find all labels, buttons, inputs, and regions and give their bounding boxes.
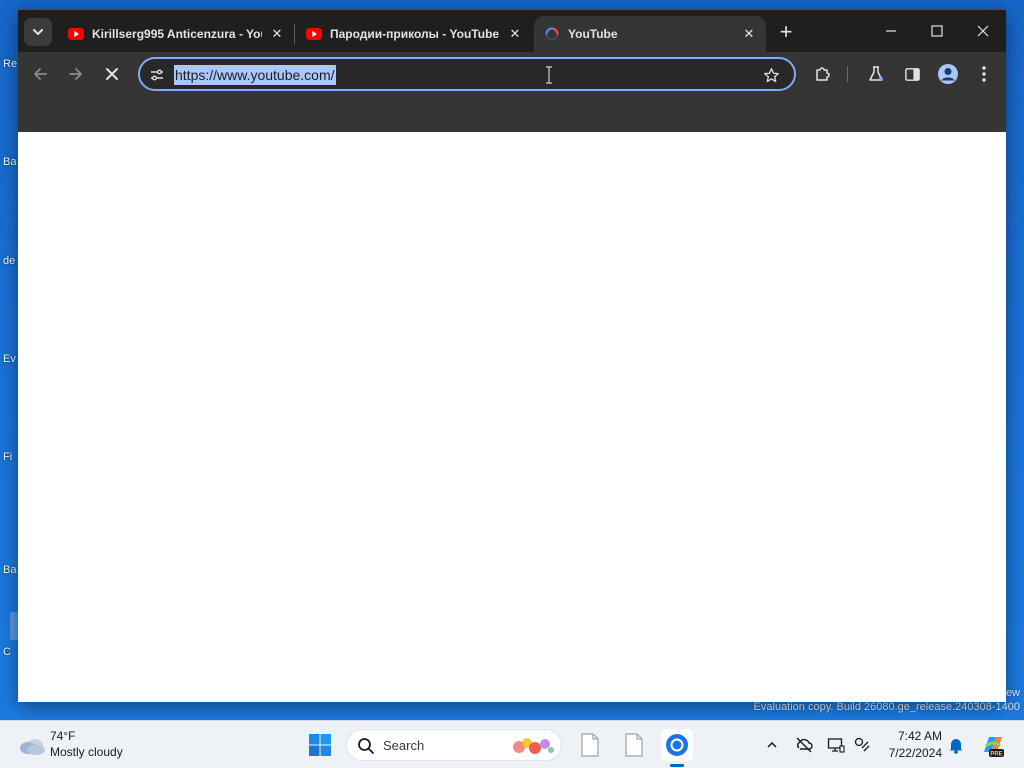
desktop-icon-label[interactable]: Re	[3, 58, 17, 70]
taskbar-file-app[interactable]	[574, 729, 606, 761]
display-settings-button[interactable]	[826, 735, 846, 755]
browser-menu-button[interactable]	[970, 60, 998, 88]
forward-button[interactable]	[62, 60, 90, 88]
display-icon	[827, 738, 845, 753]
svg-text:PRE: PRE	[990, 751, 1002, 757]
profile-button[interactable]	[934, 60, 962, 88]
extensions-icon	[816, 67, 830, 81]
tab-strip: Kirillserg995 Anticenzura - You ✕ Пароди…	[18, 10, 1006, 52]
site-info-button[interactable]	[146, 64, 168, 86]
star-icon	[763, 67, 779, 82]
close-icon: ✕	[509, 26, 521, 41]
page-content[interactable]	[18, 132, 1006, 702]
labs-flask-icon	[869, 66, 883, 81]
tab-separator	[294, 24, 295, 44]
desktop-icon-label[interactable]: C	[3, 646, 11, 658]
close-icon: ✕	[271, 26, 283, 41]
document-icon	[625, 733, 643, 757]
desktop-icon-label[interactable]: Ba	[3, 564, 16, 576]
desktop-icon-label[interactable]: Fi	[3, 451, 12, 463]
system-clock[interactable]: 7:42 AM 7/22/2024	[880, 728, 942, 762]
tab-title: Kirillserg995 Anticenzura - You	[92, 27, 262, 41]
start-button[interactable]	[306, 731, 334, 759]
bell-icon	[949, 739, 963, 754]
evaluation-watermark: ew Evaluation copy. Build 26080.ge_relea…	[753, 687, 1020, 714]
active-app-indicator	[670, 764, 684, 767]
browser-tab-active[interactable]: YouTube ✕	[534, 16, 766, 52]
forward-arrow-icon	[69, 68, 82, 80]
youtube-icon	[306, 28, 322, 40]
watermark-line: ew	[1005, 687, 1020, 699]
clock-date: 7/22/2024	[888, 746, 942, 760]
search-label: Search	[383, 738, 425, 753]
bookmark-button[interactable]	[760, 64, 782, 86]
network-off-icon	[796, 737, 813, 753]
side-panel-icon	[904, 67, 920, 81]
menu-dots-icon	[982, 66, 986, 82]
tab-title: YouTube	[568, 27, 618, 41]
back-arrow-icon	[34, 68, 47, 80]
labs-button[interactable]	[862, 60, 890, 88]
plus-icon: +	[779, 19, 793, 44]
stop-loading-icon	[106, 68, 118, 80]
tab-search-button[interactable]	[24, 18, 52, 46]
close-icon	[977, 25, 989, 37]
copilot-pre-icon: PRE	[984, 737, 1004, 757]
extensions-button[interactable]	[809, 60, 837, 88]
desktop-icon-label[interactable]: Ba	[3, 156, 16, 168]
address-bar[interactable]: https://www.youtube.com/	[138, 57, 796, 91]
chevron-up-icon	[767, 741, 777, 748]
network-status-button[interactable]	[794, 735, 814, 755]
browser-tab[interactable]: Kirillserg995 Anticenzura - You ✕	[58, 16, 294, 52]
taskbar-search-box[interactable]: Search	[346, 729, 562, 761]
windows-logo-icon	[309, 734, 331, 756]
chrome-icon	[666, 734, 688, 756]
browser-toolbar: https://www.youtube.com/	[18, 52, 1006, 96]
taskbar-file-app[interactable]	[618, 729, 650, 761]
desktop-icon-label[interactable]: Ev	[3, 353, 16, 365]
tab-close-button[interactable]: ✕	[738, 23, 760, 45]
search-highlight-illustration	[513, 738, 554, 754]
side-panel-button[interactable]	[898, 60, 926, 88]
loading-spinner-icon	[545, 27, 559, 41]
weather-temperature: 74°F	[50, 729, 76, 743]
browser-tab[interactable]: Пародии-приколы - YouTube ✕	[296, 16, 532, 52]
bookmarks-bar	[18, 96, 1006, 132]
text-cursor-icon	[546, 66, 552, 84]
maximize-icon	[931, 25, 943, 37]
minimize-button[interactable]	[868, 14, 914, 48]
weather-widget[interactable]: 74°F Mostly cloudy	[14, 727, 154, 763]
close-window-button[interactable]	[960, 14, 1006, 48]
tab-title: Пародии-приколы - YouTube	[330, 27, 500, 41]
copilot-button[interactable]: PRE	[980, 732, 1006, 758]
tune-icon	[151, 69, 163, 81]
document-icon	[581, 733, 599, 757]
watermark-build-text: Evaluation copy. Build 26080.ge_release.…	[753, 701, 1020, 713]
profile-icon	[938, 64, 958, 84]
accessibility-icon	[854, 737, 870, 752]
taskbar: 74°F Mostly cloudy Search 7:42 AM 7/22/2…	[0, 720, 1024, 768]
clock-time: 7:42 AM	[897, 729, 942, 743]
taskbar-chrome-app[interactable]	[661, 729, 693, 761]
accessibility-button[interactable]	[852, 735, 872, 755]
stop-loading-button[interactable]	[98, 60, 126, 88]
url-input[interactable]: https://www.youtube.com/	[174, 65, 336, 85]
chevron-down-icon	[33, 29, 43, 36]
browser-window: Kirillserg995 Anticenzura - You ✕ Пароди…	[18, 10, 1006, 702]
maximize-button[interactable]	[914, 14, 960, 48]
tab-close-button[interactable]: ✕	[266, 23, 288, 45]
weather-condition: Mostly cloudy	[50, 745, 123, 759]
toolbar-divider	[847, 66, 848, 82]
desktop-icon-label[interactable]: de	[3, 255, 15, 267]
close-icon: ✕	[743, 26, 755, 41]
search-icon	[358, 738, 374, 754]
cloudy-weather-icon	[20, 739, 45, 755]
show-hidden-icons-button[interactable]	[762, 735, 782, 755]
notifications-button[interactable]	[946, 735, 966, 755]
new-tab-button[interactable]: +	[774, 20, 798, 44]
back-button[interactable]	[26, 60, 54, 88]
youtube-icon	[68, 28, 84, 40]
minimize-icon	[886, 30, 896, 32]
tab-close-button[interactable]: ✕	[504, 23, 526, 45]
